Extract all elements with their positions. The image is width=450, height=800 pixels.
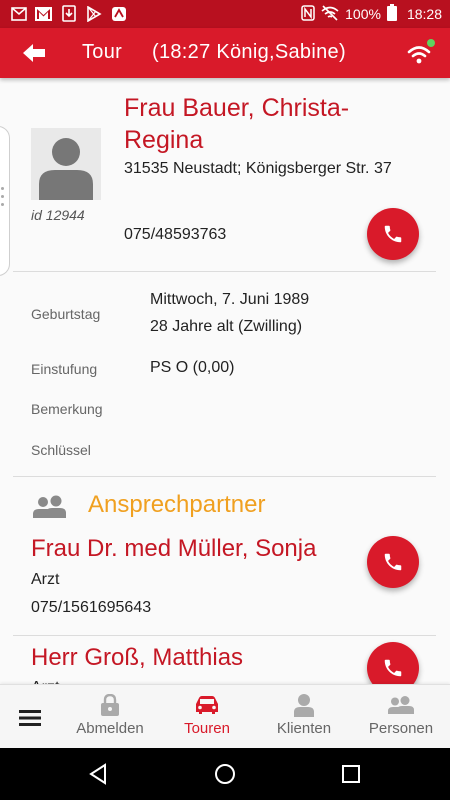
tour-subtitle: (18:27 König,Sabine) <box>152 41 346 63</box>
battery-level: 100% <box>345 6 381 22</box>
avatar <box>31 128 101 200</box>
divider <box>13 476 436 477</box>
client-detail[interactable]: id 12944 Frau Bauer, Christa-Regina 3153… <box>0 78 450 684</box>
phone-icon <box>384 659 402 677</box>
nav-label: Personen <box>368 720 434 737</box>
section-title-contacts: Ansprechpartner <box>88 491 266 518</box>
nfc-icon <box>301 4 315 24</box>
call-contact-button[interactable] <box>367 536 419 588</box>
gmail-icon <box>35 5 52 22</box>
person-icon <box>259 693 349 717</box>
system-status: 100% 18:28 <box>301 4 442 24</box>
wifi-off-icon <box>321 4 339 24</box>
app-bar: Tour (18:27 König,Sabine) <box>0 28 450 78</box>
triangle-back-icon <box>89 763 106 785</box>
nav-label: Klienten <box>276 720 332 737</box>
status-bar: 100% 18:28 <box>0 0 450 28</box>
age-value: 28 Jahre alt (Zwilling) <box>150 318 303 335</box>
back-button[interactable] <box>18 38 50 68</box>
lock-icon <box>65 693 155 717</box>
nav-label: Touren <box>184 720 230 737</box>
system-recents-button[interactable] <box>337 760 365 788</box>
contact-role: Arzt <box>31 571 60 588</box>
system-back-button[interactable] <box>84 760 112 788</box>
divider <box>13 635 436 636</box>
nav-label: Abmelden <box>76 720 144 737</box>
circle-home-icon <box>215 764 235 784</box>
system-home-button[interactable] <box>211 760 239 788</box>
contact-phone: 075/1561695643 <box>31 599 152 616</box>
mail-icon <box>10 5 27 22</box>
contact-name: Frau Dr. med Müller, Sonja <box>31 535 317 562</box>
call-client-button[interactable] <box>367 208 419 260</box>
birthday-label: Geburtstag <box>31 306 101 322</box>
contact-name: Herr Groß, Matthias <box>31 644 244 671</box>
download-icon <box>60 5 77 22</box>
connection-status-button[interactable] <box>406 38 436 68</box>
drawer-handle[interactable] <box>0 126 10 276</box>
client-phone: 075/48593763 <box>124 226 227 243</box>
remark-label: Bemerkung <box>31 401 103 417</box>
battery-icon <box>386 4 397 24</box>
arrow-back-icon <box>23 44 45 62</box>
nav-personen[interactable]: Personen <box>356 693 446 743</box>
car-icon <box>162 693 252 717</box>
people-icon <box>356 693 446 717</box>
classification-label: Einstufung <box>31 361 98 377</box>
nav-klienten[interactable]: Klienten <box>259 693 349 743</box>
contacts-icon <box>33 494 67 520</box>
hamburger-menu-icon <box>19 710 41 726</box>
client-address: 31535 Neustadt; Königsberger Str. 37 <box>124 160 392 177</box>
person-placeholder-icon <box>39 138 93 200</box>
birthday-value: Mittwoch, 7. Juni 1989 <box>150 291 310 308</box>
play-store-icon <box>85 5 102 22</box>
notification-icons <box>10 5 127 22</box>
app-icon <box>110 5 127 22</box>
menu-button[interactable] <box>12 703 48 733</box>
system-navigation-bar <box>0 748 450 800</box>
nav-touren[interactable]: Touren <box>162 693 252 743</box>
call-contact-button[interactable] <box>367 642 419 684</box>
classification-value: PS O (0,00) <box>150 359 235 376</box>
page-title: Tour <box>82 41 123 63</box>
phone-icon <box>384 553 402 571</box>
phone-icon <box>384 225 402 243</box>
wifi-icon <box>407 39 435 64</box>
square-recents-icon <box>342 765 360 783</box>
key-label: Schlüssel <box>31 442 91 458</box>
bottom-navigation: Abmelden Touren Klienten Personen <box>0 684 450 748</box>
client-id: id 12944 <box>31 207 85 223</box>
client-name: Frau Bauer, Christa-Regina <box>124 94 350 154</box>
divider <box>13 271 436 272</box>
clock: 18:28 <box>406 6 442 22</box>
nav-abmelden[interactable]: Abmelden <box>65 693 155 743</box>
